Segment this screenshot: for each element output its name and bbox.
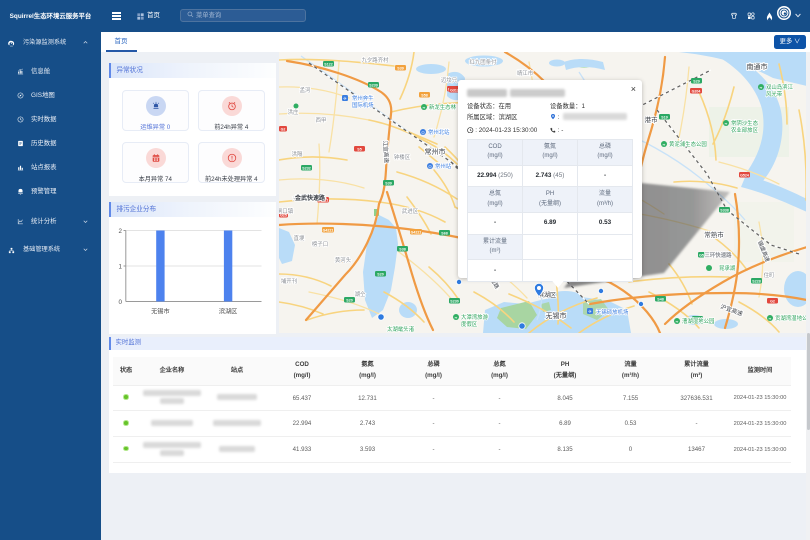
svg-text:西甲: 西甲 (316, 117, 327, 124)
svg-text:黄河头: 黄河头 (335, 256, 352, 264)
svg-text:G204: G204 (692, 89, 701, 93)
svg-text:S230: S230 (450, 299, 458, 303)
svg-text:G524: G524 (740, 173, 749, 177)
svg-text:太湖鼋头渚: 太湖鼋头渚 (387, 325, 415, 333)
svg-text:迈坟只: 迈坟只 (441, 76, 458, 84)
svg-text:❧: ❧ (768, 316, 772, 321)
svg-text:❧: ❧ (759, 85, 763, 90)
svg-text:孟河: 孟河 (300, 86, 311, 94)
svg-text:S338: S338 (720, 208, 728, 212)
svg-text:度假区: 度假区 (461, 320, 478, 328)
svg-text:常州奔牛: 常州奔牛 (352, 94, 374, 102)
svg-text:⊙: ⊙ (421, 130, 425, 135)
svg-text:❧: ❧ (724, 121, 728, 126)
svg-text:❧: ❧ (422, 105, 426, 110)
svg-text:住町: 住町 (764, 271, 775, 279)
svg-text:南通市: 南通市 (747, 62, 768, 71)
svg-text:1: 1 (118, 264, 122, 271)
svg-text:无锡硕放机场: 无锡硕放机场 (596, 308, 629, 316)
svg-text:黄泥浦生态公园: 黄泥浦生态公园 (669, 140, 707, 148)
svg-text:S39: S39 (397, 66, 403, 70)
svg-text:S68: S68 (441, 231, 447, 235)
svg-text:常熟市: 常熟市 (704, 230, 724, 239)
svg-text:0: 0 (118, 299, 122, 306)
svg-text:埔开刊: 埔开刊 (281, 277, 297, 285)
svg-text:无锡市: 无锡市 (151, 308, 170, 316)
svg-text:金武快速路: 金武快速路 (294, 194, 326, 202)
svg-text:❧: ❧ (662, 142, 666, 147)
svg-text:昆承湖: 昆承湖 (719, 264, 735, 272)
svg-text:直埂: 直埂 (294, 234, 305, 242)
svg-text:S20: S20 (346, 298, 352, 302)
svg-text:常阴沙生态: 常阴沙生态 (731, 119, 759, 127)
svg-text:S239: S239 (369, 83, 377, 87)
svg-text:S122: S122 (324, 62, 332, 66)
svg-text:常州北站: 常州北站 (428, 128, 450, 136)
svg-text:风光带: 风光带 (766, 90, 783, 98)
svg-text:三环快速路: 三环快速路 (705, 251, 733, 259)
svg-text:洪隔: 洪隔 (292, 150, 303, 158)
svg-text:无锡市: 无锡市 (546, 311, 567, 320)
svg-text:S48: S48 (657, 297, 663, 301)
svg-text:G2: G2 (281, 127, 286, 131)
svg-text:钟楼区: 钟楼区 (394, 153, 411, 161)
svg-text:常州站: 常州站 (435, 162, 452, 170)
svg-text:闸口镇: 闸口镇 (279, 207, 294, 215)
svg-text:G4221: G4221 (411, 230, 422, 234)
svg-text:双山岛滨江: 双山岛滨江 (766, 83, 794, 91)
svg-text:S58: S58 (421, 93, 427, 97)
svg-text:G2: G2 (770, 299, 775, 303)
svg-text:S19: S19 (661, 115, 667, 119)
svg-text:港市: 港市 (645, 115, 659, 124)
svg-text:漕湖湿地公园: 漕湖湿地公园 (682, 317, 714, 325)
svg-text:洪庄: 洪庄 (288, 108, 299, 116)
svg-text:⊙: ⊙ (428, 164, 432, 169)
svg-text:S20: S20 (377, 272, 383, 276)
svg-text:农业部旅区: 农业部旅区 (731, 126, 759, 134)
svg-text:S39: S39 (385, 181, 391, 185)
svg-text:G4221: G4221 (323, 228, 334, 232)
svg-text:红九团条付: 红九团条付 (470, 58, 498, 66)
svg-text:❧: ❧ (454, 315, 458, 320)
svg-text:湖仝: 湖仝 (355, 290, 366, 298)
svg-text:S29: S29 (693, 79, 699, 83)
svg-text:大潭湾旅游: 大潭湾旅游 (461, 313, 489, 321)
svg-text:常州市: 常州市 (425, 147, 446, 156)
svg-text:榜子口: 榜子口 (312, 240, 328, 248)
svg-text:✈: ✈ (343, 96, 347, 101)
svg-text:❧: ❧ (675, 319, 679, 324)
svg-text:新龙生态林: 新龙生态林 (429, 103, 457, 111)
svg-text:✈: ✈ (588, 309, 592, 314)
svg-text:S5: S5 (357, 147, 361, 151)
svg-text:国际机场: 国际机场 (352, 101, 374, 109)
svg-text:贡湖湾湿地公园: 贡湖湾湿地公园 (775, 314, 807, 322)
svg-text:武进区: 武进区 (402, 207, 419, 215)
svg-text:S38: S38 (399, 247, 405, 251)
svg-text:2: 2 (118, 228, 122, 235)
svg-text:靖江市: 靖江市 (517, 69, 534, 77)
svg-text:S232: S232 (302, 166, 310, 170)
svg-text:S228: S228 (752, 279, 760, 283)
svg-text:九夕路齐村: 九夕路齐村 (362, 56, 390, 64)
svg-text:滨湖区: 滨湖区 (218, 308, 237, 316)
